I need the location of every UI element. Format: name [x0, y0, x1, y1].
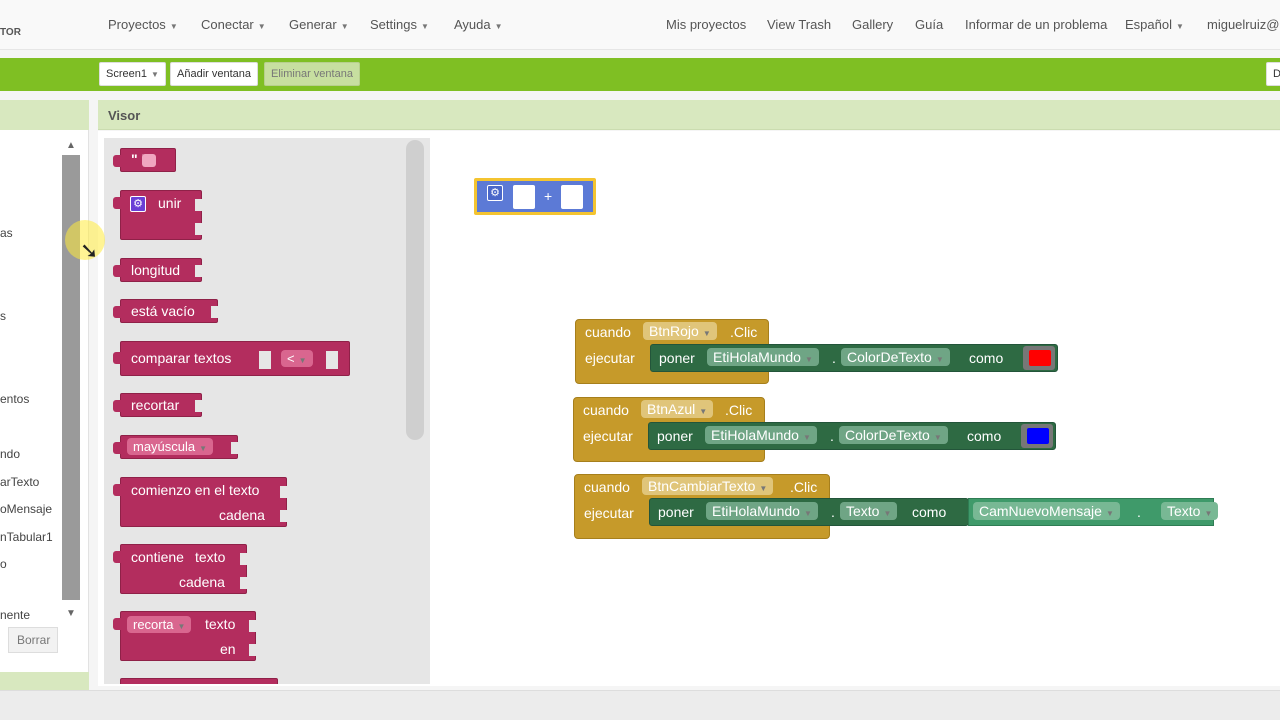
caret-down-icon: ▼: [177, 622, 186, 631]
caret-down-icon: ▼: [802, 433, 811, 442]
component-text-getter-block[interactable]: CamNuevoMensaje ▼ . Texto ▼: [968, 498, 1219, 526]
text-string-block[interactable]: " ": [113, 148, 176, 172]
component-dropdown[interactable]: BtnAzul ▼: [641, 400, 714, 418]
tree-item[interactable]: oMensaje: [0, 502, 52, 516]
join-text-block-selected[interactable]: ⚙ +: [474, 178, 596, 215]
caret-down-icon: ▼: [804, 355, 813, 364]
caret-down-icon: ▼: [935, 355, 944, 364]
caret-down-icon: ▼: [1105, 509, 1114, 518]
link-gallery[interactable]: Gallery: [852, 17, 893, 32]
caret-down-icon: ▼: [199, 444, 208, 453]
starts-at-block[interactable]: comienzo en el texto cadena: [113, 477, 288, 527]
blocks-tree-panel: ▲ ▼ as s entos ndo arTexto oMensaje nTab…: [0, 100, 89, 690]
delete-button[interactable]: Borrar: [8, 627, 58, 653]
tree-item[interactable]: o: [0, 557, 7, 571]
flyout-scrollbar[interactable]: [406, 140, 424, 440]
caret-down-icon: ▼: [702, 329, 711, 338]
link-view-trash[interactable]: View Trash: [767, 17, 831, 32]
blocks-panel-header: [0, 100, 89, 130]
upcase-block[interactable]: mayúscula ▼: [113, 435, 239, 459]
contains-block[interactable]: contiene texto cadena: [113, 544, 248, 594]
tree-item[interactable]: entos: [0, 392, 29, 406]
caret-down-icon: ▼: [699, 407, 708, 416]
caret-down-icon: ▼: [1175, 22, 1184, 31]
menu-connect[interactable]: Conectar ▼: [201, 17, 266, 32]
warnings-count: ⚠ 1: [140, 594, 161, 608]
caret-down-icon: ▼: [494, 22, 503, 31]
case-dropdown[interactable]: mayúscula ▼: [127, 438, 214, 455]
menu-language[interactable]: Español ▼: [1125, 17, 1184, 32]
split-dropdown[interactable]: recorta ▼: [127, 616, 192, 633]
value-property-dropdown[interactable]: Texto ▼: [1161, 502, 1219, 520]
caret-down-icon: ▼: [803, 509, 812, 518]
designer-button[interactable]: D: [1266, 62, 1280, 86]
link-my-projects[interactable]: Mis proyectos: [666, 17, 746, 32]
menu-projects[interactable]: Proyectos ▼: [108, 17, 178, 32]
footer-bar: [0, 690, 1280, 720]
caret-down-icon: ▼: [150, 70, 159, 79]
color-blue-block[interactable]: [1021, 424, 1053, 448]
tree-item[interactable]: arTexto: [0, 475, 39, 489]
caret-down-icon: ▼: [1204, 509, 1213, 518]
value-component-dropdown[interactable]: CamNuevoMensaje ▼: [973, 502, 1120, 520]
scroll-up-icon[interactable]: ▲: [66, 140, 76, 151]
tree-item[interactable]: nTabular1: [0, 530, 53, 544]
tree-item[interactable]: nente: [0, 608, 30, 622]
length-block[interactable]: longitud: [113, 258, 203, 282]
component-dropdown[interactable]: BtnRojo ▼: [643, 322, 717, 340]
property-dropdown[interactable]: ColorDeTexto ▼: [841, 348, 950, 366]
app-logo: TOR: [0, 27, 21, 38]
join-block[interactable]: ⚙ unir: [113, 190, 203, 240]
tree-item[interactable]: s: [0, 309, 6, 323]
remove-screen-button: Eliminar ventana: [264, 62, 360, 86]
color-red-block[interactable]: [1023, 346, 1055, 370]
gear-icon[interactable]: ⚙: [130, 196, 146, 212]
menu-build[interactable]: Generar ▼: [289, 17, 349, 32]
screen-selector[interactable]: Screen1 ▼: [99, 62, 166, 86]
menu-settings[interactable]: Settings ▼: [370, 17, 429, 32]
menu-user[interactable]: miguelruiz@i: [1207, 17, 1280, 32]
split-block[interactable]: recorta ▼ texto en: [113, 611, 257, 661]
property-dropdown[interactable]: ColorDeTexto ▼: [839, 426, 948, 444]
link-report-problem[interactable]: Informar de un problema: [965, 17, 1107, 32]
set-property-block[interactable]: poner EtiHolaMundo ▼ . Texto ▼ como: [649, 498, 969, 526]
caret-down-icon: ▼: [298, 356, 307, 365]
is-empty-block[interactable]: está vacío: [113, 299, 219, 323]
errors-count: ⊗ 0: [204, 594, 225, 608]
scroll-down-icon[interactable]: ▼: [66, 608, 76, 619]
set-property-block[interactable]: poner EtiHolaMundo ▼ . ColorDeTexto ▼ como: [650, 344, 1058, 372]
caret-down-icon: ▼: [340, 22, 349, 31]
caret-down-icon: ▼: [759, 484, 768, 493]
menu-help[interactable]: Ayuda ▼: [454, 17, 503, 32]
caret-down-icon: ▼: [883, 509, 892, 518]
viewer-title: Visor: [108, 108, 141, 123]
top-navbar: TOR Proyectos ▼ Conectar ▼ Generar ▼ Settin…: [0, 0, 1280, 50]
viewer-header: Visor: [98, 100, 1280, 130]
target-component-dropdown[interactable]: EtiHolaMundo ▼: [707, 348, 819, 366]
gear-icon[interactable]: ⚙: [487, 185, 503, 201]
component-dropdown[interactable]: BtnCambiarTexto ▼: [642, 477, 774, 495]
property-dropdown[interactable]: Texto ▼: [840, 502, 898, 520]
target-component-dropdown[interactable]: EtiHolaMundo ▼: [706, 502, 818, 520]
caret-down-icon: ▼: [169, 22, 178, 31]
text-blocks-flyout: " " ⚙ unir longitud está vacío comparar …: [104, 138, 430, 684]
add-screen-button[interactable]: Añadir ventana: [170, 62, 258, 86]
tree-item[interactable]: as: [0, 226, 13, 240]
trim-block[interactable]: recortar: [113, 393, 203, 417]
caret-down-icon: ▼: [933, 433, 942, 442]
compare-texts-block[interactable]: comparar textos < ▼: [113, 341, 350, 376]
set-property-block[interactable]: poner EtiHolaMundo ▼ . ColorDeTexto ▼ como: [648, 422, 1056, 450]
link-guide[interactable]: Guía: [915, 17, 943, 32]
mouse-pointer-icon: ➘: [80, 238, 99, 263]
compare-operator-dropdown[interactable]: < ▼: [281, 350, 313, 367]
tree-item[interactable]: ndo: [0, 447, 20, 461]
partial-block[interactable]: [120, 678, 278, 684]
target-component-dropdown[interactable]: EtiHolaMundo ▼: [705, 426, 817, 444]
caret-down-icon: ▼: [257, 22, 266, 31]
caret-down-icon: ▼: [420, 22, 429, 31]
designer-toolbar: Screen1 ▼ Añadir ventana Eliminar ventana…: [0, 58, 1280, 91]
